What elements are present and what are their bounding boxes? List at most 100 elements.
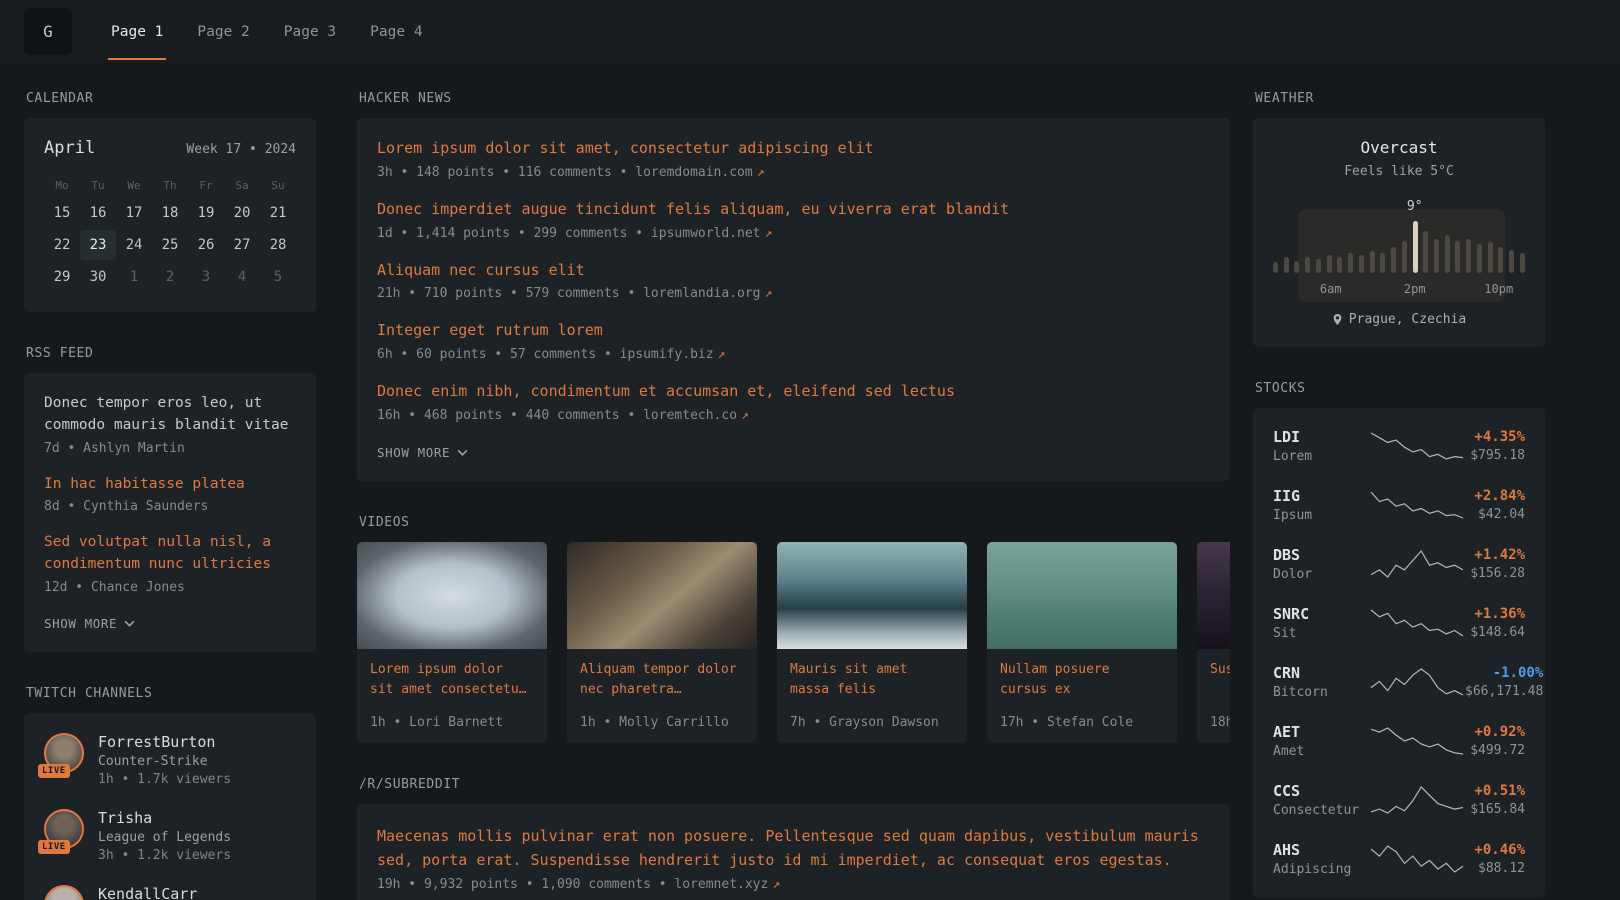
rss-item-link[interactable]: Donec tempor eros leo, ut commodo mauris… [44, 393, 296, 437]
calendar-day: 3 [188, 262, 224, 292]
news-meta: 21h • 710 points • 579 comments • loreml… [377, 286, 1210, 301]
stock-row[interactable]: CRN Bitcorn -1.00% $66,171.48 [1273, 664, 1525, 700]
news-title-link[interactable]: Lorem ipsum dolor sit amet, consectetur … [377, 138, 1210, 160]
weather-section-title: Weather [1255, 91, 1545, 106]
page-tab[interactable]: Page 1 [94, 0, 180, 63]
video-card[interactable]: Mauris sit amet massa felis 7h • Grayson… [777, 542, 967, 743]
stocks-section-title: Stocks [1255, 381, 1545, 396]
live-badge: LIVE [38, 764, 70, 778]
stock-row[interactable]: DBS Dolor +1.42% $156.28 [1273, 546, 1525, 582]
stock-name: Consectetur [1273, 803, 1369, 818]
twitch-channel-row[interactable]: LIVE ForrestBurton Counter-Strike 1h • 1… [44, 733, 296, 787]
stock-price: $42.04 [1474, 507, 1525, 522]
calendar-week-label: Week 17 • 2024 [186, 142, 296, 157]
twitch-channel-name: ForrestBurton [98, 733, 231, 751]
news-title-link[interactable]: Integer eget rutrum lorem [377, 320, 1210, 342]
news-title-link[interactable]: Donec imperdiet augue tincidunt felis al… [377, 199, 1210, 221]
top-bar: G Page 1Page 2Page 3Page 4 [0, 0, 1620, 63]
calendar-day: 29 [44, 262, 80, 292]
stock-values: -1.00% $66,171.48 [1465, 665, 1543, 699]
weather-bar [1305, 257, 1310, 273]
chevron-down-icon [124, 620, 135, 627]
stock-row[interactable]: AHS Adipiscing +0.46% $88.12 [1273, 841, 1525, 877]
calendar-day-grid: 1516171819202122232425262728293012345 [44, 198, 296, 292]
twitch-channel-row[interactable]: LIVE KendallCarr [44, 885, 296, 900]
calendar-weekday-label: Mo [44, 174, 80, 198]
calendar-day: 27 [224, 230, 260, 260]
hacker-news-show-more-button[interactable]: Show more [377, 445, 468, 460]
video-card[interactable]: Suspendisse diam 18h • Tara [1197, 542, 1230, 743]
video-card-body: Suspendisse diam 18h • Tara [1197, 649, 1230, 743]
rss-item-meta: 7d • Ashlyn Martin [44, 441, 296, 456]
stock-change: -1.00% [1465, 665, 1543, 681]
news-item: Aliquam nec cursus elit 21h • 710 points… [377, 260, 1210, 302]
stock-id: LDI Lorem [1273, 428, 1369, 464]
news-title-link[interactable]: Donec enim nibh, condimentum et accumsan… [377, 381, 1210, 403]
app-logo[interactable]: G [24, 8, 72, 55]
rss-item-link[interactable]: Sed volutpat nulla nisl, a condimentum n… [44, 532, 296, 576]
external-link-icon: ↗ [757, 165, 765, 180]
video-title-link[interactable]: Nullam posuere cursus ex [1000, 660, 1164, 706]
video-card[interactable]: Lorem ipsum dolor sit amet consectetu… 1… [357, 542, 547, 743]
video-title-link[interactable]: Aliquam tempor dolor nec pharetra… [580, 660, 744, 706]
rss-item-link[interactable]: In hac habitasse platea [44, 474, 296, 496]
calendar-weekday-label: We [116, 174, 152, 198]
calendar-day: 21 [260, 198, 296, 228]
video-title-link[interactable]: Lorem ipsum dolor sit amet consectetu… [370, 660, 534, 706]
video-meta: 7h • Grayson Dawson [790, 715, 954, 730]
stock-values: +1.36% $148.64 [1470, 606, 1525, 640]
video-thumbnail [1197, 542, 1230, 649]
stock-price: $499.72 [1470, 743, 1525, 758]
video-title-link[interactable]: Suspendisse diam [1210, 660, 1230, 706]
stock-row[interactable]: CCS Consectetur +0.51% $165.84 [1273, 782, 1525, 818]
stock-sparkline [1369, 844, 1465, 874]
calendar-day: 5 [260, 262, 296, 292]
subreddit-post-link[interactable]: Maecenas mollis pulvinar erat non posuer… [377, 824, 1210, 872]
subreddit-post: Maecenas mollis pulvinar erat non posuer… [377, 824, 1210, 892]
weather-bar [1294, 261, 1299, 273]
rss-show-more-button[interactable]: Show more [44, 616, 135, 631]
video-card[interactable]: Aliquam tempor dolor nec pharetra… 1h • … [567, 542, 757, 743]
stock-ticker: CRN [1273, 664, 1369, 682]
news-title-link[interactable]: Aliquam nec cursus elit [377, 260, 1210, 282]
video-title-link[interactable]: Mauris sit amet massa felis [790, 660, 954, 706]
twitch-avatar-wrap: LIVE [44, 885, 84, 900]
video-list: Lorem ipsum dolor sit amet consectetu… 1… [357, 542, 1230, 743]
stock-ticker: IIG [1273, 487, 1369, 505]
stock-row[interactable]: AET Amet +0.92% $499.72 [1273, 723, 1525, 759]
weather-location: Prague, Czechia [1349, 312, 1466, 327]
stock-values: +0.46% $88.12 [1474, 842, 1525, 876]
page-tab[interactable]: Page 2 [180, 0, 266, 63]
weather-bar [1445, 235, 1450, 273]
twitch-channel-name: KendallCarr [98, 885, 197, 900]
calendar-day: 30 [80, 262, 116, 292]
calendar-day: 16 [80, 198, 116, 228]
stock-change: +1.42% [1470, 547, 1525, 563]
rss-item: Donec tempor eros leo, ut commodo mauris… [44, 393, 296, 456]
video-meta: 1h • Lori Barnett [370, 715, 534, 730]
calendar-day: 19 [188, 198, 224, 228]
calendar-day: 26 [188, 230, 224, 260]
weather-temp-label: 9° [1407, 199, 1423, 214]
twitch-channel-row[interactable]: LIVE Trisha League of Legends 3h • 1.2k … [44, 809, 296, 863]
page-tab[interactable]: Page 4 [353, 0, 439, 63]
stock-values: +2.84% $42.04 [1474, 488, 1525, 522]
twitch-channel-meta: 1h • 1.7k viewers [98, 772, 231, 787]
stock-ticker: LDI [1273, 428, 1369, 446]
subreddit-widget: /r/subreddit Maecenas mollis pulvinar er… [357, 777, 1230, 900]
stock-row[interactable]: LDI Lorem +4.35% $795.18 [1273, 428, 1525, 464]
stock-row[interactable]: SNRC Sit +1.36% $148.64 [1273, 605, 1525, 641]
video-card[interactable]: Nullam posuere cursus ex 17h • Stefan Co… [987, 542, 1177, 743]
news-meta: 16h • 468 points • 440 comments • loremt… [377, 408, 1210, 423]
rss-item: In hac habitasse platea 8d • Cynthia Sau… [44, 474, 296, 515]
weather-bar [1337, 257, 1342, 273]
calendar-day: 23 [80, 230, 116, 260]
stock-change: +1.36% [1470, 606, 1525, 622]
stock-row[interactable]: IIG Ipsum +2.84% $42.04 [1273, 487, 1525, 523]
news-meta: 1d • 1,414 points • 299 comments • ipsum… [377, 226, 1210, 241]
page-tab[interactable]: Page 3 [267, 0, 353, 63]
weather-bar [1359, 255, 1364, 273]
calendar-weekday-label: Fr [188, 174, 224, 198]
columns: Calendar April Week 17 • 2024 MoTuWeThFr… [0, 63, 1620, 900]
weather-bar [1348, 253, 1353, 273]
